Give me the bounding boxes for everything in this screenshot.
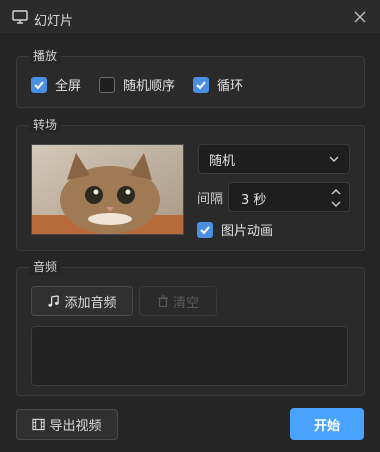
checkbox-checked-icon[interactable] [197,221,213,238]
interval-label: 间隔 [197,192,224,207]
chevron-down-icon [329,156,339,162]
clear-audio-label: 清空 [172,295,199,311]
audio-group-label: 音频 [29,258,62,275]
loop-label: 循环 [217,79,244,94]
interval-stepper[interactable]: 3 秒 [228,182,350,212]
transition-group-label: 转场 [29,116,62,133]
transition-effect-select[interactable]: 随机 [198,144,350,174]
playback-group-label: 播放 [29,47,62,64]
random-order-label: 随机顺序 [123,79,176,94]
start-label: 开始 [313,418,340,434]
transition-group: 转场 随机 间隔 3 秒 图片动画 [16,116,365,251]
close-icon[interactable] [352,9,368,25]
film-icon [32,418,46,431]
fullscreen-checkbox[interactable]: 全屏 [31,75,81,94]
interval-value: 3 秒 [241,193,267,208]
playback-group: 播放 全屏 随机顺序 循环 [16,47,365,108]
audio-group: 音频 添加音频 清空 [16,258,365,396]
music-note-icon [48,294,60,307]
add-audio-button[interactable]: 添加音频 [31,286,133,316]
export-video-button[interactable]: 导出视频 [16,409,118,440]
monitor-icon [12,10,28,24]
transition-effect-value: 随机 [209,153,236,169]
audio-list[interactable] [31,326,348,386]
title-bar: 幻灯片 [0,0,380,35]
image-animation-checkbox[interactable]: 图片动画 [197,220,273,239]
clear-audio-button[interactable]: 清空 [139,286,217,316]
trash-icon [157,295,168,307]
add-audio-label: 添加音频 [64,295,117,311]
checkbox-checked-icon[interactable] [31,76,47,93]
chevron-down-icon[interactable] [331,199,341,209]
start-button[interactable]: 开始 [290,408,364,440]
transition-preview [31,144,184,235]
image-animation-label: 图片动画 [221,224,274,239]
checkbox-unchecked-icon[interactable] [99,76,115,93]
export-video-label: 导出视频 [49,419,102,434]
window-title: 幻灯片 [34,14,74,29]
chevron-up-icon[interactable] [331,187,341,197]
random-order-checkbox[interactable]: 随机顺序 [99,75,175,94]
fullscreen-label: 全屏 [55,79,82,94]
cat-photo-image [32,145,183,234]
checkbox-checked-icon[interactable] [193,76,209,93]
loop-checkbox[interactable]: 循环 [193,75,243,94]
